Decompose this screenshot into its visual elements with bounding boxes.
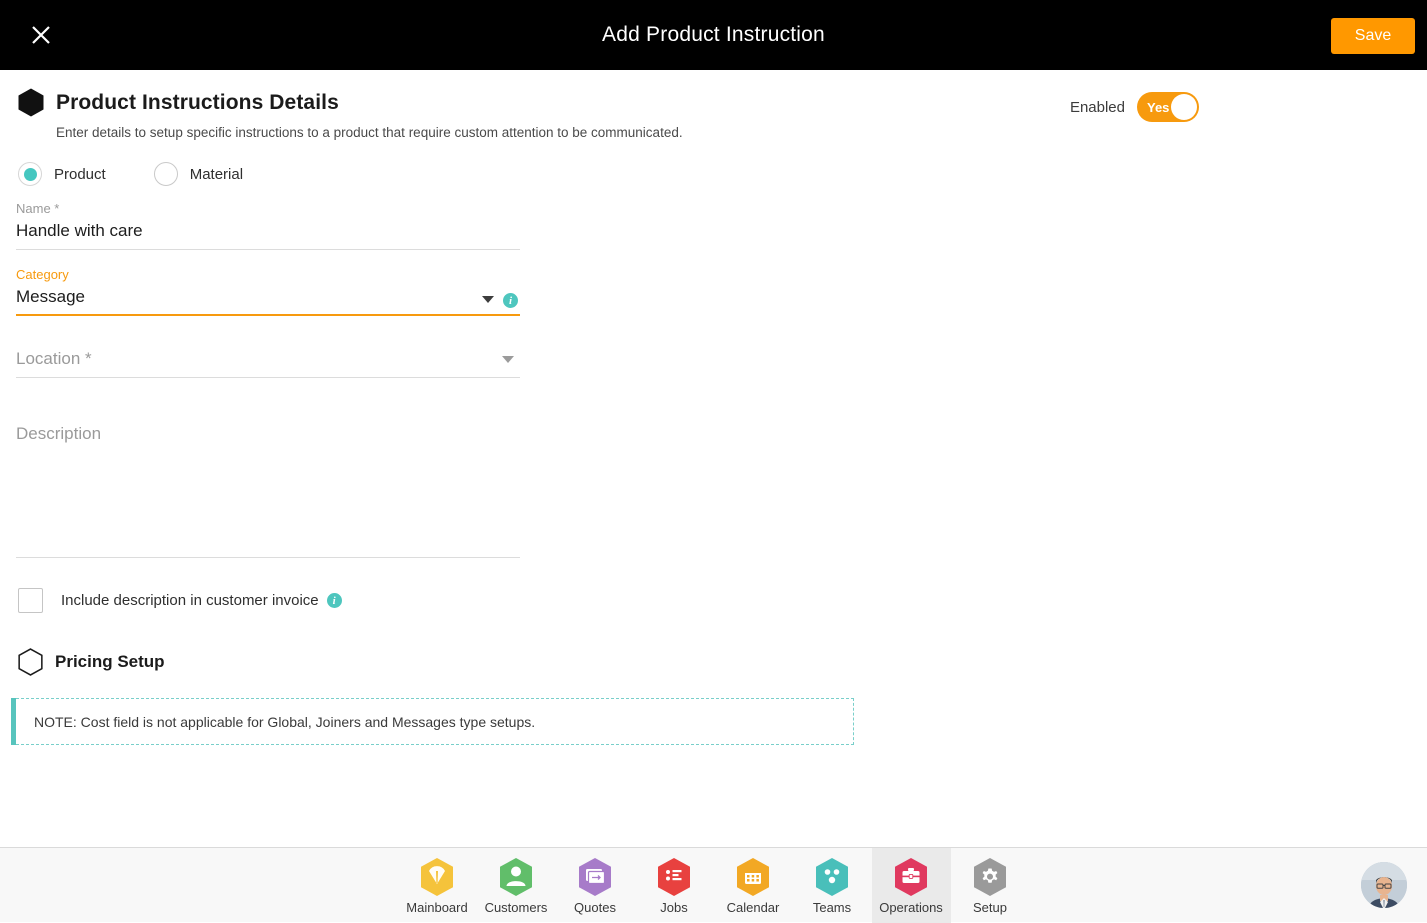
nav-item-quotes[interactable]: Quotes xyxy=(556,848,635,923)
pricing-note-text: NOTE: Cost field is not applicable for G… xyxy=(16,714,535,730)
chevron-down-icon[interactable] xyxy=(502,356,514,363)
enabled-toggle[interactable]: Yes xyxy=(1137,92,1199,122)
section-header: Product Instructions Details xyxy=(18,88,339,117)
pricing-note-banner: NOTE: Cost field is not applicable for G… xyxy=(16,698,854,745)
nav-item-mainboard[interactable]: Mainboard xyxy=(398,848,477,923)
category-field-value: Message xyxy=(16,284,520,310)
top-bar: Add Product Instruction Save xyxy=(0,0,1427,70)
info-icon[interactable]: i xyxy=(503,293,518,308)
radio-product-circle xyxy=(18,162,42,186)
person-icon xyxy=(498,857,534,897)
page-body: Product Instructions Details Enter detai… xyxy=(0,70,1427,847)
info-icon[interactable]: i xyxy=(327,593,342,608)
name-field-underline xyxy=(16,249,520,250)
nav-label-customers: Customers xyxy=(485,900,548,915)
pricing-setup-header: Pricing Setup xyxy=(18,648,165,676)
mainboard-icon xyxy=(419,857,455,897)
name-field-value: Handle with care xyxy=(16,218,520,244)
nav-item-setup[interactable]: Setup xyxy=(951,848,1030,923)
enabled-toggle-value: Yes xyxy=(1147,100,1169,115)
category-field-label: Category xyxy=(16,266,520,284)
description-field[interactable]: Description xyxy=(16,418,520,558)
include-description-checkbox[interactable] xyxy=(18,588,43,613)
nav-item-calendar[interactable]: Calendar xyxy=(714,848,793,923)
radio-material-circle xyxy=(154,162,178,186)
avatar[interactable] xyxy=(1361,862,1407,908)
toggle-knob xyxy=(1171,94,1197,120)
nav-item-operations[interactable]: Operations xyxy=(872,848,951,923)
section-subtitle: Enter details to setup specific instruct… xyxy=(56,125,683,140)
enabled-toggle-group: Enabled Yes xyxy=(1070,92,1199,122)
name-field-label: Name * xyxy=(16,200,520,218)
location-field-underline xyxy=(16,377,520,378)
list-icon xyxy=(656,857,692,897)
include-description-label: Include description in customer invoice xyxy=(61,592,319,609)
nav-item-teams[interactable]: Teams xyxy=(793,848,872,923)
page-title: Add Product Instruction xyxy=(0,0,1427,70)
description-placeholder: Description xyxy=(16,418,520,444)
enabled-label: Enabled xyxy=(1070,99,1125,116)
calendar-icon xyxy=(735,857,771,897)
chevron-down-icon[interactable] xyxy=(482,296,494,303)
close-icon xyxy=(29,23,53,47)
hexagon-filled-icon xyxy=(18,88,44,117)
nav-label-jobs: Jobs xyxy=(660,900,687,915)
close-button[interactable] xyxy=(24,18,58,52)
save-button[interactable]: Save xyxy=(1331,18,1415,54)
bottom-nav-items: Mainboard Customers Quotes xyxy=(0,848,1427,923)
radio-product-dot xyxy=(24,168,37,181)
pricing-setup-title: Pricing Setup xyxy=(55,652,165,672)
nav-item-jobs[interactable]: Jobs xyxy=(635,848,714,923)
location-field[interactable]: Location * xyxy=(16,346,520,378)
nav-label-teams: Teams xyxy=(813,900,851,915)
nav-label-calendar: Calendar xyxy=(727,900,780,915)
quotes-icon xyxy=(577,857,613,897)
gear-icon xyxy=(972,857,1008,897)
radio-product[interactable]: Product xyxy=(18,162,106,186)
radio-product-label: Product xyxy=(54,166,106,183)
location-field-label: Location * xyxy=(16,346,520,372)
section-title: Product Instructions Details xyxy=(56,91,339,115)
user-avatar xyxy=(1361,862,1407,908)
teams-icon xyxy=(814,857,850,897)
radio-material-label: Material xyxy=(190,166,243,183)
radio-material[interactable]: Material xyxy=(154,162,243,186)
type-radio-group: Product Material xyxy=(18,162,291,186)
briefcase-icon xyxy=(893,857,929,897)
nav-label-quotes: Quotes xyxy=(574,900,616,915)
hexagon-outline-icon xyxy=(18,648,43,676)
category-field-underline xyxy=(16,314,520,316)
nav-item-customers[interactable]: Customers xyxy=(477,848,556,923)
nav-label-setup: Setup xyxy=(973,900,1007,915)
nav-label-mainboard: Mainboard xyxy=(406,900,467,915)
note-accent-bar xyxy=(11,698,16,745)
category-field[interactable]: Category Message i xyxy=(16,266,520,316)
description-underline xyxy=(16,557,520,558)
name-field[interactable]: Name * Handle with care xyxy=(16,200,520,250)
nav-label-operations: Operations xyxy=(879,900,943,915)
bottom-navigation: Mainboard Customers Quotes xyxy=(0,847,1427,922)
include-description-row: Include description in customer invoice … xyxy=(18,588,342,613)
